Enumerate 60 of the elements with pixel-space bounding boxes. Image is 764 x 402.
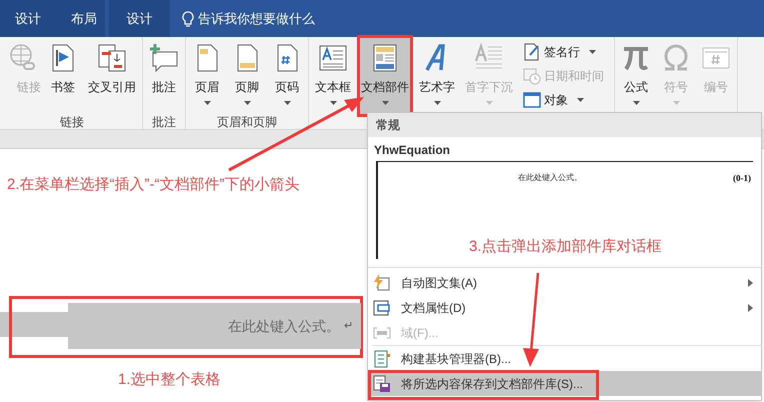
menu-item[interactable]: 文档属性(D)	[368, 295, 761, 320]
group-label: 页眉和页脚	[216, 115, 278, 129]
group-label: 批注	[151, 115, 177, 129]
selected-table-cell[interactable]: 在此处键入公式。 ↵	[68, 303, 361, 349]
ribbon-button[interactable]: 艺术字	[417, 37, 457, 115]
caret-icon	[486, 101, 492, 105]
preview-equation-text: 在此处键入公式。	[518, 172, 582, 184]
ribbon-button[interactable]: 交叉引用	[86, 37, 138, 115]
caret-icon	[284, 101, 290, 105]
save-to-gallery-icon	[373, 374, 391, 392]
ribbon-button[interactable]: 书签	[46, 37, 80, 115]
tell-me-input[interactable]: 告诉我你想要做什么	[198, 8, 358, 28]
ribbon-button[interactable]: 公式	[619, 37, 653, 115]
building-blocks-icon	[373, 350, 391, 368]
submenu-arrow-icon	[748, 278, 753, 286]
ribbon-button[interactable]: 页脚	[230, 37, 264, 115]
ribbon-button[interactable]: 文档部件	[359, 37, 411, 115]
step-note: 2.在菜单栏选择“插入”-“文档部件”下的小箭头	[7, 175, 300, 195]
caret-icon	[204, 101, 210, 105]
comment-icon	[149, 43, 179, 73]
caret-icon	[577, 98, 584, 102]
caret-icon	[330, 101, 336, 105]
lightning-page-icon	[373, 274, 391, 292]
ribbon-button[interactable]: 页码	[270, 37, 304, 115]
globe-link-icon	[8, 43, 38, 73]
ribbon-small-button[interactable]: 签名行	[523, 41, 604, 62]
caret-icon	[382, 101, 388, 105]
menu-item[interactable]: 构建基块管理器(B)...	[368, 346, 761, 371]
preview-equation-number: (0-1)	[733, 172, 751, 185]
cross-reference-icon	[97, 43, 127, 73]
signature-line-icon	[523, 42, 541, 60]
tell-me-field[interactable]: 告诉我你想要做什么	[182, 0, 358, 37]
lightbulb-icon	[182, 10, 194, 26]
caret-icon	[632, 101, 640, 105]
object-window-icon	[523, 90, 541, 108]
caret-icon	[589, 50, 596, 54]
text-box-icon	[318, 43, 348, 73]
equation-placeholder: 在此处键入公式。	[228, 316, 340, 336]
gallery-title: YhwEquation	[373, 142, 451, 159]
group-label: 链接	[59, 115, 85, 129]
caret-icon	[244, 101, 250, 105]
step-note: 3.点击弹出添加部件库对话框	[469, 237, 662, 257]
ribbon-button[interactable]: 页眉	[190, 37, 224, 115]
ribbon-tab[interactable]: 设计	[112, 0, 168, 37]
document-property-icon	[373, 298, 391, 316]
ribbon-button[interactable]: 批注	[147, 37, 181, 115]
table-row-highlight	[0, 312, 68, 337]
caret-icon	[434, 101, 440, 105]
ribbon-small-button[interactable]: 对象	[523, 89, 604, 110]
ribbon-tab[interactable]: 布局	[56, 0, 112, 37]
ribbon-button[interactable]: 文本框	[313, 37, 353, 115]
menu-section-header: 常规	[368, 113, 761, 137]
calendar-clock-icon	[523, 66, 541, 84]
menu-item[interactable]: 将所选内容保存到文档部件库(S)...	[368, 371, 761, 396]
submenu-arrow-icon	[748, 304, 753, 312]
paragraph-mark: ↵	[344, 318, 353, 334]
step-note: 1.选中整个表格	[118, 370, 221, 390]
caret-icon	[672, 101, 680, 105]
menu-item[interactable]: 自动图文集(A)	[368, 270, 761, 295]
ribbon-tab[interactable]: 设计	[0, 0, 56, 37]
